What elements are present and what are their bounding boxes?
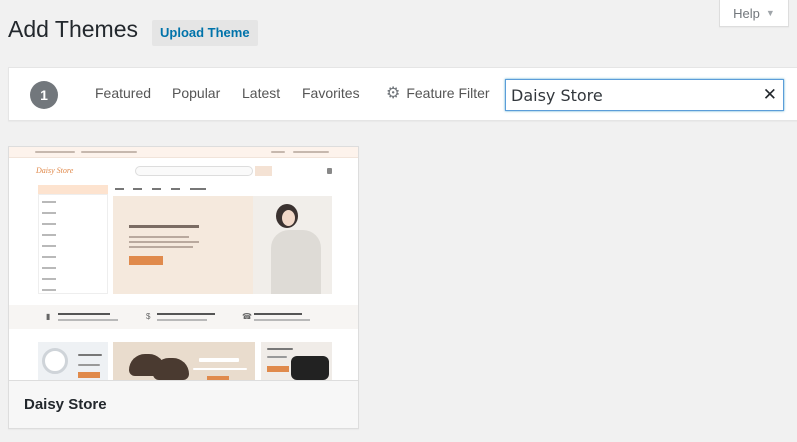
- preview-topbar: [9, 147, 358, 158]
- preview-shoes-tile: [113, 342, 255, 380]
- tab-latest[interactable]: Latest: [242, 85, 280, 101]
- theme-filter-bar: 1 Featured Popular Latest Favorites ⚙ Fe…: [8, 67, 797, 121]
- tab-featured[interactable]: Featured: [95, 85, 151, 101]
- preview-shop-now-button: [129, 256, 163, 265]
- theme-name: Daisy Store: [24, 396, 107, 413]
- feature-filter-label: Feature Filter: [406, 85, 490, 101]
- truck-icon: ▮: [46, 312, 51, 321]
- clear-search-icon[interactable]: ✕: [763, 84, 777, 106]
- preview-search: [135, 166, 253, 176]
- tab-favorites[interactable]: Favorites: [302, 85, 360, 101]
- feature-filter-button[interactable]: ⚙ Feature Filter: [386, 83, 490, 103]
- help-tab[interactable]: Help ▼: [719, 0, 789, 27]
- theme-search-input[interactable]: [506, 80, 756, 110]
- headset-icon: ☎: [242, 312, 252, 321]
- preview-category-list: [38, 194, 108, 294]
- caret-down-icon: ▼: [765, 8, 775, 18]
- page-title: Add Themes: [8, 16, 138, 42]
- upload-theme-button[interactable]: Upload Theme: [152, 20, 258, 46]
- dollar-icon: $: [146, 312, 151, 321]
- preview-features-strip: [9, 305, 358, 329]
- theme-search-box: ✕: [505, 79, 784, 111]
- preview-watch-tile: [38, 342, 108, 380]
- preview-search-button: [255, 166, 272, 176]
- theme-count-badge: 1: [30, 81, 58, 109]
- tab-popular[interactable]: Popular: [172, 85, 220, 101]
- theme-screenshot[interactable]: Daisy Store ▮ $ ☎: [9, 147, 358, 380]
- gear-icon: ⚙: [386, 85, 401, 102]
- preview-camera-tile: [261, 342, 332, 380]
- theme-card[interactable]: Daisy Store ▮ $ ☎ Daisy Store: [8, 146, 359, 429]
- preview-category-header: [38, 185, 108, 194]
- preview-hero-banner: [113, 196, 332, 294]
- theme-name-bar: Daisy Store: [9, 380, 358, 428]
- help-label: Help: [733, 5, 760, 21]
- preview-model-image: [253, 196, 332, 294]
- preview-logo: Daisy Store: [36, 166, 74, 175]
